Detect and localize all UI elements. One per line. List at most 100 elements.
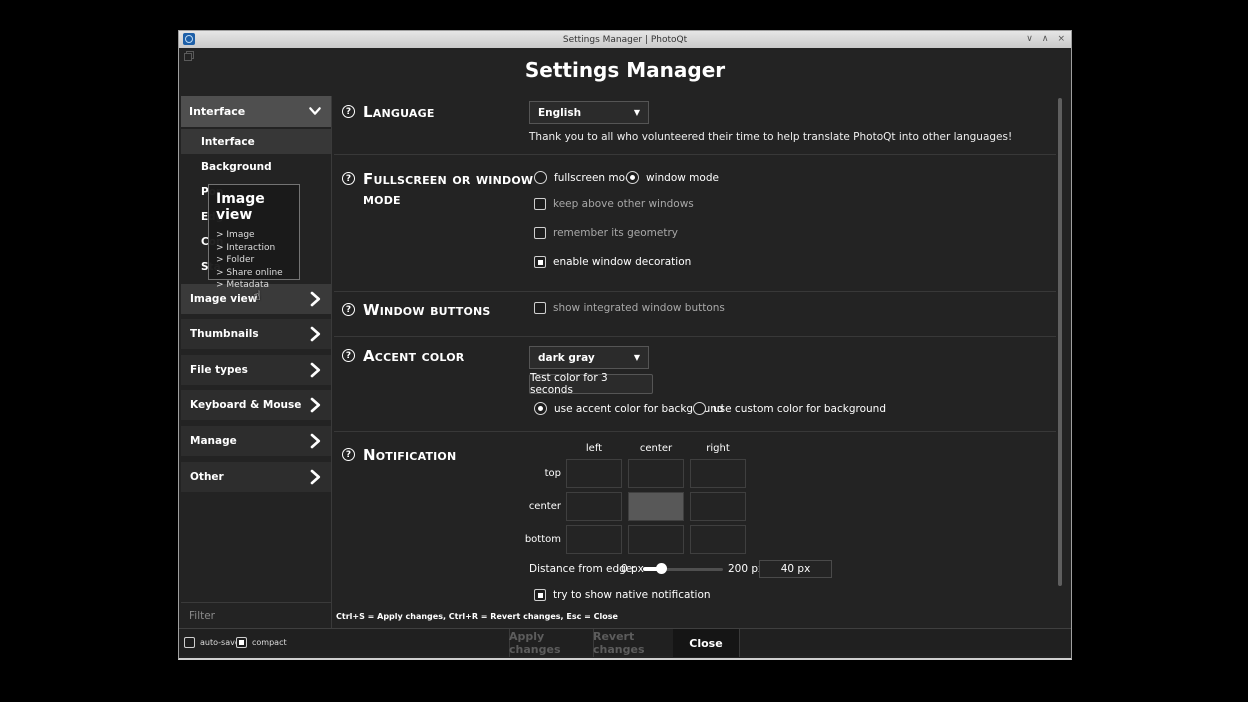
checkbox-icon <box>184 637 195 648</box>
native-notification-checkbox[interactable]: try to show native notification <box>534 589 711 601</box>
page-title: Settings Manager <box>179 58 1071 82</box>
minimize-icon[interactable]: ∨ <box>1026 35 1033 44</box>
notif-cell-bottom-right[interactable] <box>690 525 746 554</box>
popout-icon[interactable] <box>184 51 194 61</box>
notif-cell-top-center[interactable] <box>628 459 684 488</box>
radio-icon <box>534 171 547 184</box>
fullscreen-mode-radio[interactable]: fullscreen mode <box>534 171 638 184</box>
radio-checked-icon <box>626 171 639 184</box>
image-view-tooltip: Image view > Image > Interaction > Folde… <box>208 184 300 280</box>
help-icon[interactable]: ? <box>342 448 355 461</box>
notif-cell-bottom-center[interactable] <box>628 525 684 554</box>
sidebar-item-background[interactable]: Background <box>181 154 331 179</box>
language-note: Thank you to all who volunteered their t… <box>529 131 1012 143</box>
grid-row-bottom: bottom <box>501 534 561 545</box>
compact-checkbox[interactable]: compact <box>236 637 287 648</box>
section-divider <box>334 291 1056 292</box>
accent-color-dropdown[interactable]: dark gray ▼ <box>529 346 649 369</box>
dropdown-arrow-icon: ▼ <box>634 108 640 117</box>
section-divider <box>334 336 1056 337</box>
notif-cell-top-left[interactable] <box>566 459 622 488</box>
language-dropdown[interactable]: English ▼ <box>529 101 649 124</box>
shortcut-status-text: Ctrl+S = Apply changes, Ctrl+R = Revert … <box>336 612 618 621</box>
notif-cell-center-center[interactable] <box>628 492 684 521</box>
tooltip-item: > Interaction <box>216 242 299 255</box>
notif-cell-center-right[interactable] <box>690 492 746 521</box>
checkbox-checked-icon <box>236 637 247 648</box>
sidebar-item-thumbnails[interactable]: Thumbnails <box>181 319 331 349</box>
chevron-right-icon <box>306 361 324 379</box>
filter-input[interactable] <box>181 603 331 628</box>
accent-color-dropdown-value: dark gray <box>538 352 634 364</box>
sidebar-item-keyboard-mouse[interactable]: Keyboard & Mouse <box>181 390 331 420</box>
tooltip-title: Image view <box>216 191 299 223</box>
help-icon[interactable]: ? <box>342 172 355 185</box>
sidebar-filter[interactable] <box>181 602 331 628</box>
sidebar-item-file-types[interactable]: File types <box>181 355 331 385</box>
chevron-right-icon <box>306 396 324 414</box>
remember-geometry-checkbox[interactable]: remember its geometry <box>534 227 678 239</box>
sidebar-divider <box>331 96 332 628</box>
sidebar-item-manage[interactable]: Manage <box>181 426 331 456</box>
close-button[interactable]: Close <box>673 629 739 657</box>
window-mode-radio[interactable]: window mode <box>626 171 719 184</box>
chevron-right-icon <box>306 432 324 450</box>
apply-changes-button[interactable]: Apply changes <box>509 629 593 657</box>
chevron-right-icon <box>306 468 324 486</box>
custom-background-radio[interactable]: use custom color for background <box>693 402 886 415</box>
close-icon[interactable]: × <box>1057 35 1065 44</box>
help-icon[interactable]: ? <box>342 349 355 362</box>
section-divider <box>334 431 1056 432</box>
auto-save-checkbox[interactable]: auto-save <box>184 637 240 648</box>
tooltip-item: > Image <box>216 229 299 242</box>
hand-cursor-icon: ☝ <box>253 289 261 304</box>
settings-window: Settings Manager | PhotoQt ∨ ∧ × Setting… <box>178 30 1072 660</box>
desktop-background: Settings Manager | PhotoQt ∨ ∧ × Setting… <box>0 0 1248 702</box>
sidebar-item-other[interactable]: Other <box>181 462 331 492</box>
checkbox-checked-icon <box>534 589 546 601</box>
notif-cell-top-right[interactable] <box>690 459 746 488</box>
integrated-window-buttons-checkbox[interactable]: show integrated window buttons <box>534 302 725 314</box>
help-icon[interactable]: ? <box>342 303 355 316</box>
help-icon[interactable]: ? <box>342 105 355 118</box>
bottom-bar: auto-save compact Apply changes Revert c… <box>179 628 1071 656</box>
distance-value-spinbox[interactable]: 40 px <box>759 560 832 578</box>
section-divider <box>334 154 1056 155</box>
scrollbar-thumb[interactable] <box>1058 98 1062 586</box>
tooltip-item: > Share online <box>216 267 299 280</box>
section-title-fullscreen: Fullscreen or window mode <box>363 169 548 209</box>
checkbox-checked-icon <box>534 256 546 268</box>
grid-row-center: center <box>501 501 561 512</box>
distance-label: Distance from edge: <box>529 563 636 575</box>
checkbox-icon <box>534 227 546 239</box>
grid-col-right: right <box>690 443 746 454</box>
section-title-accent-color: Accent color <box>363 346 548 366</box>
distance-slider-handle[interactable] <box>656 563 667 574</box>
maximize-icon[interactable]: ∧ <box>1042 35 1049 44</box>
sidebar-category-label: Interface <box>189 105 245 118</box>
section-title-language: Language <box>363 102 548 122</box>
checkbox-icon <box>534 198 546 210</box>
chevron-right-icon <box>306 290 324 308</box>
section-title-window-buttons: Window buttons <box>363 300 548 320</box>
window-title: Settings Manager | PhotoQt <box>179 35 1071 45</box>
test-color-button[interactable]: Test color for 3 seconds <box>529 374 653 394</box>
grid-col-center: center <box>628 443 684 454</box>
chevron-down-icon <box>307 103 323 119</box>
sidebar-category-interface[interactable]: Interface <box>181 96 331 127</box>
notif-cell-bottom-left[interactable] <box>566 525 622 554</box>
grid-col-left: left <box>566 443 622 454</box>
radio-checked-icon <box>534 402 547 415</box>
revert-changes-button[interactable]: Revert changes <box>593 629 673 657</box>
sidebar-item-interface[interactable]: Interface <box>181 129 331 154</box>
keep-above-checkbox[interactable]: keep above other windows <box>534 198 694 210</box>
checkbox-icon <box>534 302 546 314</box>
radio-icon <box>693 402 706 415</box>
section-title-notification: Notification <box>363 445 548 465</box>
window-decoration-checkbox[interactable]: enable window decoration <box>534 256 691 268</box>
tooltip-item: > Folder <box>216 254 299 267</box>
titlebar[interactable]: Settings Manager | PhotoQt ∨ ∧ × <box>179 31 1071 48</box>
notif-cell-center-left[interactable] <box>566 492 622 521</box>
grid-row-top: top <box>501 468 561 479</box>
chevron-right-icon <box>306 325 324 343</box>
